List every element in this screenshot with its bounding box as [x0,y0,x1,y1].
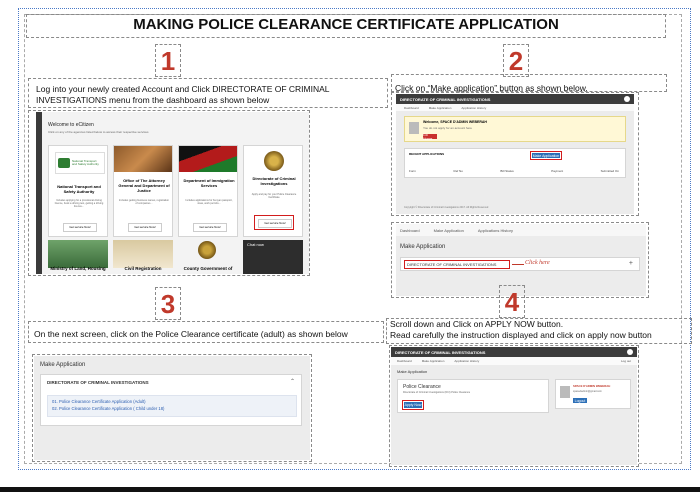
shot3-group: DIRECTORATE OF CRIMINAL INVESTIGATIONS ⌃… [40,374,302,426]
go-home-button[interactable]: Go Home [423,133,437,141]
agency-card-title: Department of Immigration Services [183,178,235,188]
kenya-flag-image [179,146,237,172]
bottom-border [0,487,700,492]
shot2: DIRECTORATE OF CRIMINAL INVESTIGATIONS D… [396,94,634,214]
shot2-table-title: RECENT APPLICATIONS [409,152,445,156]
shot1-welcome: Welcome to eCitizen [48,122,94,128]
apply-now-button[interactable]: Apply Now [404,402,422,408]
nav-make-application[interactable]: Make Application [422,359,445,363]
agency-card-title: Office of The Attorney General and Depar… [118,178,170,193]
nav-make-application[interactable]: Make Application [434,228,464,233]
dci-emblem-icon [264,151,284,171]
agency-card-title: National Transport and Safety Authority [57,184,101,194]
agency-card-dci[interactable]: Directorate of Criminal Investigations A… [243,145,303,237]
shot2b-nav: Dashboard Make Application Applications … [396,224,646,236]
ntsa-logo: National Transport and Safety Authority [55,152,105,174]
avatar [409,122,419,134]
shot2-footer: Copyright © Directorate of Criminal Inve… [404,206,489,209]
pcc-panel: Police Clearance Directorate of Criminal… [397,379,549,413]
get-service-button[interactable]: Get service Now! [193,223,227,232]
step-3-text: On the next screen, click on the Police … [34,329,348,339]
shot2-welcome: Welcome, SPACE D'ADMIN WEBERAH [423,120,487,124]
gavel-image [114,146,172,172]
click-here-label: Click here [525,260,550,266]
page-title: MAKING POLICE CLEARANCE CERTIFICATE APPL… [133,16,559,33]
shot4: DIRECTORATE OF CRIMINAL INVESTIGATIONS D… [391,347,637,465]
pcc-adult-link[interactable]: 01. Police Clearance Certificate Applica… [48,396,296,405]
step-2-number: 2 [503,44,529,77]
shot1-welcome-sub: Click on any of the agencies listed belo… [48,130,149,134]
agency-card-immigration[interactable]: Department of Immigration Services Inclu… [178,145,238,237]
shot3-links: 01. Police Clearance Certificate Applica… [47,395,297,417]
pcc-child-link[interactable]: 02. Police Clearance Certificate Applica… [48,405,296,412]
agency-card-desc: Apply and pay for your Police Clearance … [251,193,297,199]
agency-card-desc: Includes applying for a provisional driv… [54,199,104,208]
shot2-welcome-panel: Welcome, SPACE D'ADMIN WEBERAH You do no… [404,116,626,142]
shot2b-item-row[interactable]: DIRECTORATE OF CRIMINAL INVESTIGATIONS C… [400,257,640,271]
nav-dashboard[interactable]: Dashboard [397,359,412,363]
shot4-section: Make Application [397,369,428,374]
shot3-section: Make Application [40,362,86,368]
get-service-button[interactable]: Get service Now! [63,223,97,232]
shot4-header: DIRECTORATE OF CRIMINAL INVESTIGATIONS [391,347,637,357]
user-panel: SPACE D'ADMIN WEBERAH spacedadmin@gmail.… [555,379,631,409]
expand-plus-icon[interactable]: + [629,260,633,267]
shot2-table-header: Form Ref No Bill Status Payment Submitte… [409,169,619,173]
arrow-right-icon [512,264,524,265]
step-4-text: Scroll down and Click on APPLY NOW butto… [390,319,652,340]
make-application-button[interactable]: Make Application [532,153,560,158]
row2-label-civil: Civil Registration [124,266,162,271]
user-line: spacedadmin@gmail.com [573,390,602,393]
agency-card-desc: Includes applications for Kenyan passpor… [185,199,233,205]
pcc-sub: Directorate of Criminal Investigations (… [403,391,471,394]
row2-label-land: Ministry of Land, Housing [50,266,106,271]
row2-label-county: County Government of [183,266,233,271]
step-1-number: 1 [155,44,181,77]
avatar [560,386,570,398]
logout-button[interactable]: Logout [573,398,587,403]
shot2-header: DIRECTORATE OF CRIMINAL INVESTIGATIONS [396,94,634,104]
user-name: SPACE D'ADMIN WEBERAH [573,384,611,388]
shot4-info-icon[interactable] [627,349,633,355]
get-service-button[interactable]: Get service Now! [128,223,162,232]
county-emblem-icon [198,241,216,259]
pcc-title: Police Clearance [403,384,441,390]
step-1-text: Log into your newly created Account and … [36,84,330,105]
shot2-info-icon[interactable] [624,96,630,102]
logout-top-link[interactable]: Log out [621,359,631,363]
agency-card-ntsa[interactable]: National Transport and Safety Authority … [48,145,108,237]
shot3: Make Application DIRECTORATE OF CRIMINAL… [34,356,310,460]
agency-card-title: Directorate of Criminal Investigations [252,176,296,186]
shot2-welcome-line: You do not apply for an account here [423,126,472,130]
dci-menu-item[interactable]: DIRECTORATE OF CRIMINAL INVESTIGATIONS [407,262,496,267]
shot4-nav: Dashboard Make Application Application H… [391,357,637,365]
shot1: Welcome to eCitizen Click on any of the … [36,112,309,274]
nav-make-application[interactable]: Make Application [429,106,452,110]
chat-label: Chat now [247,242,264,247]
agency-card-desc: Includes getting business names, registr… [118,199,170,205]
nav-dashboard[interactable]: Dashboard [404,106,419,110]
step-3-number: 3 [155,287,181,320]
nav-application-history[interactable]: Application History [454,359,479,363]
step-4-number: 4 [499,285,525,318]
shot2-applications-panel: RECENT APPLICATIONS Make Application For… [404,148,626,178]
shot2-nav: Dashboard Make Application Application H… [396,104,634,111]
land-image [48,240,108,268]
nav-application-history[interactable]: Application History [461,106,486,110]
collapse-caret-icon[interactable]: ⌃ [290,378,295,385]
nav-dashboard[interactable]: Dashboard [400,228,420,233]
nav-applications-history[interactable]: Applications History [478,228,513,233]
shot2b-section: Make Application [400,244,446,250]
get-service-button[interactable]: Get service Now! [258,219,292,228]
chat-bar[interactable]: Chat now [243,240,303,274]
shot3-group-title: DIRECTORATE OF CRIMINAL INVESTIGATIONS [47,380,149,385]
agency-card-attorney-general[interactable]: Office of The Attorney General and Depar… [113,145,173,237]
civil-registration-image [113,240,173,268]
